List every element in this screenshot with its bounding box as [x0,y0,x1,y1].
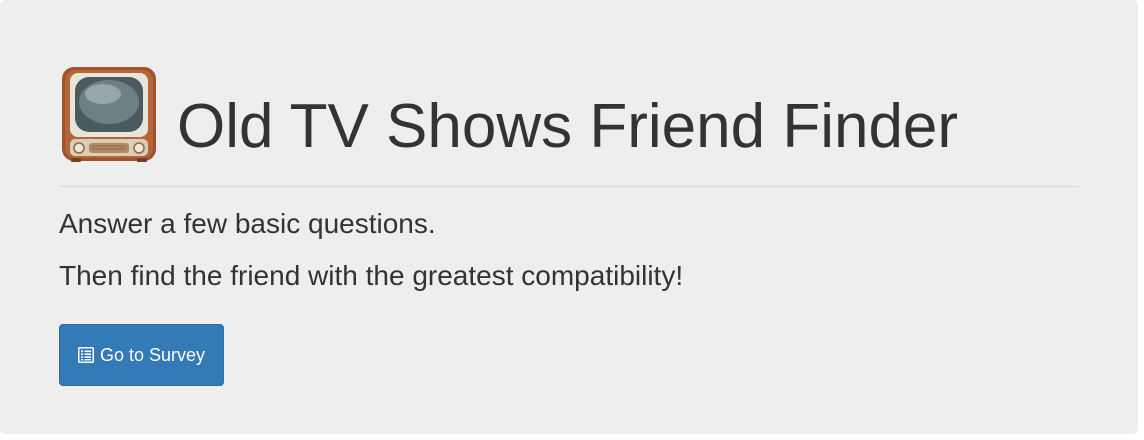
intro-line-2: Then find the friend with the greatest c… [59,260,684,291]
go-to-survey-label: Go to Survey [99,344,206,365]
go-to-survey-button[interactable]: Go to Survey [59,324,224,386]
television-icon [59,64,159,164]
list-alt-icon [77,347,94,363]
jumbotron: Old TV Shows Friend Finder Answer a few … [0,0,1138,434]
page-header: Old TV Shows Friend Finder [59,56,958,166]
intro-line-1: Answer a few basic questions. [59,208,436,239]
page-title: Old TV Shows Friend Finder [177,92,959,161]
divider [59,186,1079,187]
